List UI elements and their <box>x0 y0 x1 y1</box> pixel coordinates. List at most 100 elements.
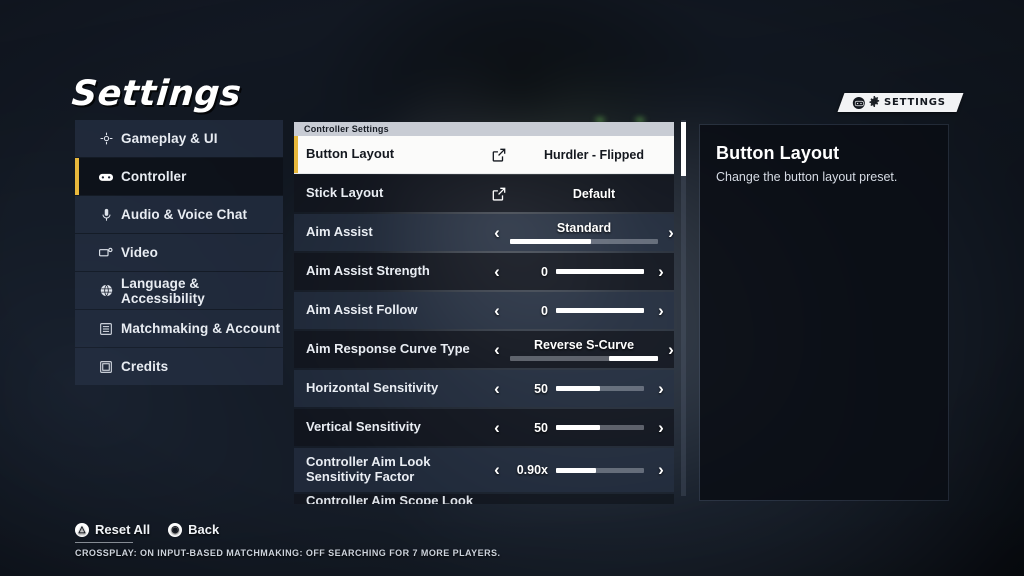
setting-control[interactable]: 50 <box>510 370 648 407</box>
sidebar-item-label: Credits <box>121 359 169 374</box>
decrease-arrow-icon[interactable]: ‹ <box>484 262 510 282</box>
footer-divider <box>75 542 133 543</box>
decrease-arrow-icon[interactable]: ‹ <box>484 460 510 480</box>
setting-label: Controller Aim Look Sensitivity Factor <box>306 454 431 484</box>
sidebar-item-gameplay-ui[interactable]: Gameplay & UI <box>75 120 283 157</box>
document-icon <box>99 360 113 374</box>
reset-all-label: Reset All <box>95 522 151 537</box>
sidebar-item-label: Controller <box>121 169 187 184</box>
setting-row-vertical-sensitivity[interactable]: Vertical Sensitivity ‹ 50 › <box>294 409 674 446</box>
footer: △ Reset All ◉ Back CROSSPLAY: ON INPUT-B… <box>75 522 500 558</box>
sidebar-item-label: Video <box>121 245 159 260</box>
increase-arrow-icon[interactable]: › <box>658 340 674 360</box>
setting-row-aim-assist-strength[interactable]: Aim Assist Strength ‹ 0 › <box>294 253 674 290</box>
sidebar-item-label: Audio & Voice Chat <box>121 207 248 222</box>
decrease-arrow-icon[interactable]: ‹ <box>484 418 510 438</box>
sidebar-item-language-accessibility[interactable]: Language & Accessibility <box>75 272 283 309</box>
setting-value: Hurdler - Flipped <box>544 147 644 162</box>
slider-fill <box>510 239 592 244</box>
setting-row-controller-aim-scope-look[interactable]: Controller Aim Scope Look <box>294 494 674 504</box>
decrease-arrow-icon[interactable]: ‹ <box>484 379 510 399</box>
slider-fill <box>556 386 600 391</box>
monitor-icon <box>99 246 113 260</box>
decrease-arrow-icon[interactable]: ‹ <box>484 340 510 360</box>
settings-badge-label: SETTINGS <box>884 97 946 108</box>
aim-response-curve-slider-track[interactable] <box>510 356 658 361</box>
page-title: Settings <box>70 74 243 114</box>
settings-rows: Button Layout Hurdler - Flipped Stick La… <box>294 136 674 504</box>
slider-fill <box>556 467 596 473</box>
decrease-arrow-icon[interactable]: ‹ <box>484 301 510 321</box>
aim-assist-slider-track[interactable] <box>510 239 658 244</box>
setting-control[interactable]: 0.90x <box>510 448 648 492</box>
sidebar-item-audio-voice-chat[interactable]: Audio & Voice Chat <box>75 196 283 233</box>
setting-label: Stick Layout <box>306 185 384 201</box>
increase-arrow-icon[interactable]: › <box>648 262 674 282</box>
external-link-icon <box>484 148 514 162</box>
triangle-button-icon: △ <box>75 522 89 537</box>
setting-label: Button Layout <box>306 146 395 162</box>
status-bar-text: CROSSPLAY: ON INPUT-BASED MATCHMAKING: O… <box>75 548 501 558</box>
sidebar-item-label: Gameplay & UI <box>121 131 218 146</box>
setting-control[interactable]: 50 <box>510 409 648 446</box>
slider-fill <box>609 356 658 361</box>
increase-arrow-icon[interactable]: › <box>658 223 674 243</box>
back-button[interactable]: ◉ Back <box>168 522 219 537</box>
setting-control[interactable]: Reverse S-Curve <box>510 331 658 368</box>
setting-value: 50 <box>534 381 548 396</box>
aim-assist-follow-slider-track[interactable] <box>556 308 644 313</box>
sidebar-item-controller[interactable]: Controller <box>75 158 283 195</box>
setting-row-button-layout[interactable]: Button Layout Hurdler - Flipped <box>294 136 674 173</box>
setting-control[interactable]: 0 <box>510 292 648 329</box>
vertical-sensitivity-slider-track[interactable] <box>556 425 644 430</box>
sidebar-item-credits[interactable]: Credits <box>75 348 283 385</box>
setting-value: 50 <box>534 420 548 435</box>
sidebar: Gameplay & UI Controller Audio & Voice C… <box>75 120 283 386</box>
settings-list: Controller Settings Button Layout Hurdle… <box>294 122 674 504</box>
setting-row-aim-assist[interactable]: Aim Assist ‹ Standard › <box>294 214 674 251</box>
sidebar-item-matchmaking-account[interactable]: Matchmaking & Account <box>75 310 283 347</box>
horizontal-sensitivity-slider-track[interactable] <box>556 386 644 391</box>
setting-row-controller-aim-look-sensitivity-factor[interactable]: Controller Aim Look Sensitivity Factor ‹… <box>294 448 674 492</box>
list-icon <box>99 322 113 336</box>
setting-value: Standard <box>556 221 612 235</box>
slider-fill <box>556 308 644 313</box>
setting-value: 0.90x <box>516 463 548 477</box>
setting-control[interactable]: Standard <box>510 214 658 251</box>
gamepad-icon <box>99 170 113 184</box>
sidebar-item-label: Matchmaking & Account <box>121 321 281 336</box>
setting-label: Aim Assist Strength <box>306 263 430 279</box>
controller-aim-look-slider-track[interactable] <box>556 467 644 473</box>
increase-arrow-icon[interactable]: › <box>648 379 674 399</box>
setting-row-stick-layout[interactable]: Stick Layout Default <box>294 175 674 212</box>
increase-arrow-icon[interactable]: › <box>648 460 674 480</box>
detail-title: Button Layout <box>716 143 840 163</box>
external-link-icon <box>484 187 514 201</box>
crosshair-icon <box>99 132 113 146</box>
setting-label: Aim Response Curve Type <box>306 341 470 357</box>
slider-fill <box>556 269 644 274</box>
microphone-icon <box>99 208 113 222</box>
setting-row-aim-assist-follow[interactable]: Aim Assist Follow ‹ 0 › <box>294 292 674 329</box>
setting-control[interactable]: 0 <box>510 253 648 290</box>
decrease-arrow-icon[interactable]: ‹ <box>484 223 510 243</box>
reset-all-button[interactable]: △ Reset All <box>75 522 150 537</box>
increase-arrow-icon[interactable]: › <box>648 301 674 321</box>
slider-fill <box>556 425 600 430</box>
settings-list-scrollbar[interactable] <box>681 120 686 496</box>
setting-label: Aim Assist <box>306 224 373 240</box>
setting-row-horizontal-sensitivity[interactable]: Horizontal Sensitivity ‹ 50 › <box>294 370 674 407</box>
setting-row-aim-response-curve-type[interactable]: Aim Response Curve Type ‹ Reverse S-Curv… <box>294 331 674 368</box>
setting-label: Horizontal Sensitivity <box>306 380 439 396</box>
sidebar-item-video[interactable]: Video <box>75 234 283 271</box>
setting-label: Vertical Sensitivity <box>306 419 421 435</box>
scrollbar-thumb[interactable] <box>681 122 686 176</box>
settings-list-header: Controller Settings <box>294 122 674 136</box>
settings-badge: SETTINGS <box>837 93 964 112</box>
setting-value: Reverse S-Curve <box>533 338 635 352</box>
setting-value-container: Default <box>514 175 674 212</box>
detail-panel: Button Layout Change the button layout p… <box>700 125 948 500</box>
detail-description: Change the button layout preset. <box>716 170 898 184</box>
aim-assist-strength-slider-track[interactable] <box>556 269 644 274</box>
increase-arrow-icon[interactable]: › <box>648 418 674 438</box>
